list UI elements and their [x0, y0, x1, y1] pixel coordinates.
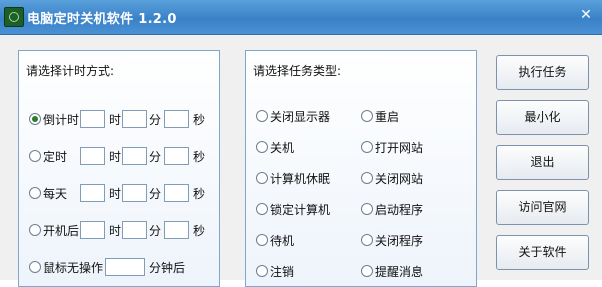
window-title: 电脑定时关机软件 1.2.0 [27, 12, 177, 27]
label-countdown: 倒计时 [43, 113, 80, 127]
window-client: 请选择计时方式: 倒计时 时 分 秒 定时 时 分 秒 每天 时 分 秒 开机后… [0, 35, 602, 287]
radio-turn-off-display[interactable] [256, 110, 268, 122]
after-boot-minute-input[interactable] [122, 221, 147, 239]
timing-heading: 请选择计时方式: [26, 64, 115, 78]
app-icon [4, 7, 24, 27]
close-button[interactable]: ✕ [574, 4, 598, 26]
label-after-boot: 开机后 [43, 224, 80, 238]
task-open-website: 打开网站 [375, 141, 424, 155]
radio-lock-computer[interactable] [256, 203, 268, 215]
label-daily: 每天 [43, 187, 68, 201]
radio-mouse-idle[interactable] [29, 261, 41, 273]
task-log-off: 注销 [270, 265, 295, 279]
label-mouse-idle: 鼠标无操作 [43, 261, 104, 275]
mouse-idle-minutes-input[interactable] [105, 258, 145, 276]
task-close-website: 关闭网站 [375, 172, 424, 186]
unit-minute: 分 [149, 187, 162, 201]
radio-close-website[interactable] [361, 172, 373, 184]
unit-hour: 时 [109, 113, 122, 127]
radio-start-program[interactable] [361, 203, 373, 215]
radio-log-off[interactable] [256, 265, 268, 277]
about-button[interactable]: 关于软件 [496, 235, 589, 270]
task-start-program: 启动程序 [375, 203, 424, 217]
task-panel: 请选择任务类型: 关闭显示器 重启 关机 打开网站 计算机休眠 关闭网站 锁定计… [245, 50, 477, 287]
task-reminder-message: 提醒消息 [375, 265, 424, 279]
radio-standby[interactable] [256, 234, 268, 246]
scheduled-second-input[interactable] [164, 147, 189, 165]
radio-shutdown[interactable] [256, 141, 268, 153]
task-shutdown: 关机 [270, 141, 295, 155]
radio-countdown[interactable] [29, 113, 41, 125]
task-lock-computer: 锁定计算机 [270, 203, 331, 217]
unit-minutes-after: 分钟后 [149, 261, 186, 275]
unit-minute: 分 [149, 113, 162, 127]
minimize-button[interactable]: 最小化 [496, 100, 589, 135]
unit-hour: 时 [109, 224, 122, 238]
scheduled-minute-input[interactable] [122, 147, 147, 165]
radio-scheduled[interactable] [29, 150, 41, 162]
countdown-hour-input[interactable] [80, 110, 105, 128]
unit-minute: 分 [149, 150, 162, 164]
execute-task-button[interactable]: 执行任务 [496, 55, 589, 90]
daily-minute-input[interactable] [122, 184, 147, 202]
unit-hour: 时 [109, 150, 122, 164]
radio-after-boot[interactable] [29, 224, 41, 236]
unit-second: 秒 [193, 187, 206, 201]
countdown-minute-input[interactable] [122, 110, 147, 128]
task-turn-off-display: 关闭显示器 [270, 110, 331, 124]
daily-hour-input[interactable] [80, 184, 105, 202]
unit-minute: 分 [149, 224, 162, 238]
unit-second: 秒 [193, 150, 206, 164]
task-hibernate: 计算机休眠 [270, 172, 331, 186]
daily-second-input[interactable] [164, 184, 189, 202]
after-boot-second-input[interactable] [164, 221, 189, 239]
radio-open-website[interactable] [361, 141, 373, 153]
radio-daily[interactable] [29, 187, 41, 199]
radio-close-program[interactable] [361, 234, 373, 246]
task-restart: 重启 [375, 110, 400, 124]
timing-panel: 请选择计时方式: 倒计时 时 分 秒 定时 时 分 秒 每天 时 分 秒 开机后… [18, 50, 220, 287]
task-close-program: 关闭程序 [375, 234, 424, 248]
task-standby: 待机 [270, 234, 295, 248]
visit-website-button[interactable]: 访问官网 [496, 190, 589, 225]
unit-hour: 时 [109, 187, 122, 201]
title-bar: 电脑定时关机软件 1.2.0 ✕ [0, 0, 602, 35]
exit-button[interactable]: 退出 [496, 145, 589, 180]
radio-restart[interactable] [361, 110, 373, 122]
task-heading: 请选择任务类型: [253, 64, 342, 78]
scheduled-hour-input[interactable] [80, 147, 105, 165]
after-boot-hour-input[interactable] [80, 221, 105, 239]
radio-reminder-message[interactable] [361, 265, 373, 277]
label-scheduled: 定时 [43, 150, 68, 164]
unit-second: 秒 [193, 113, 206, 127]
radio-hibernate[interactable] [256, 172, 268, 184]
countdown-second-input[interactable] [164, 110, 189, 128]
unit-second: 秒 [193, 224, 206, 238]
